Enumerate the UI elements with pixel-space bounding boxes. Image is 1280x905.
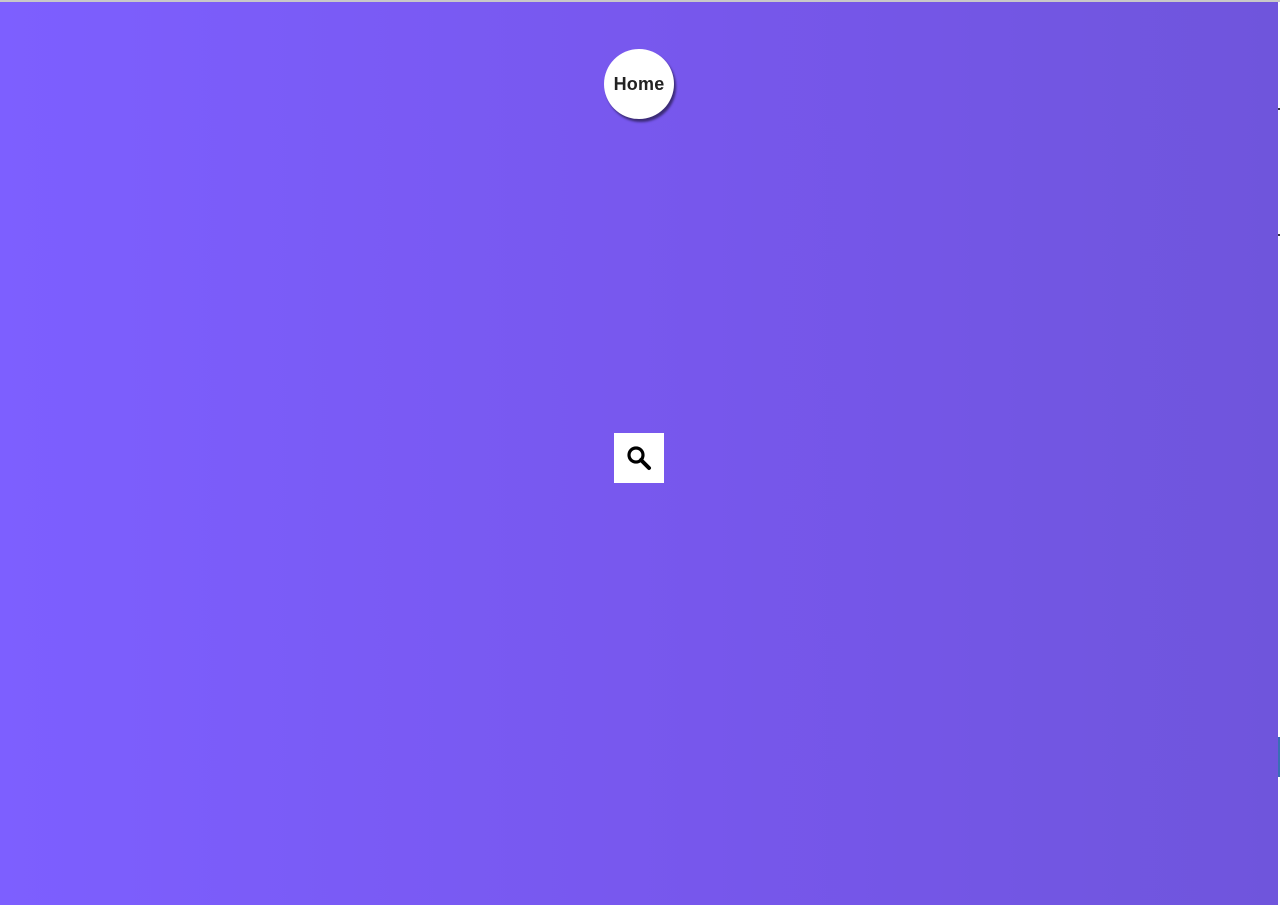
search-button[interactable] <box>614 433 664 483</box>
search-icon <box>626 445 652 471</box>
home-button-label: Home <box>613 73 665 94</box>
home-button[interactable]: Home <box>604 49 674 119</box>
page-background: Home <box>0 2 1278 905</box>
